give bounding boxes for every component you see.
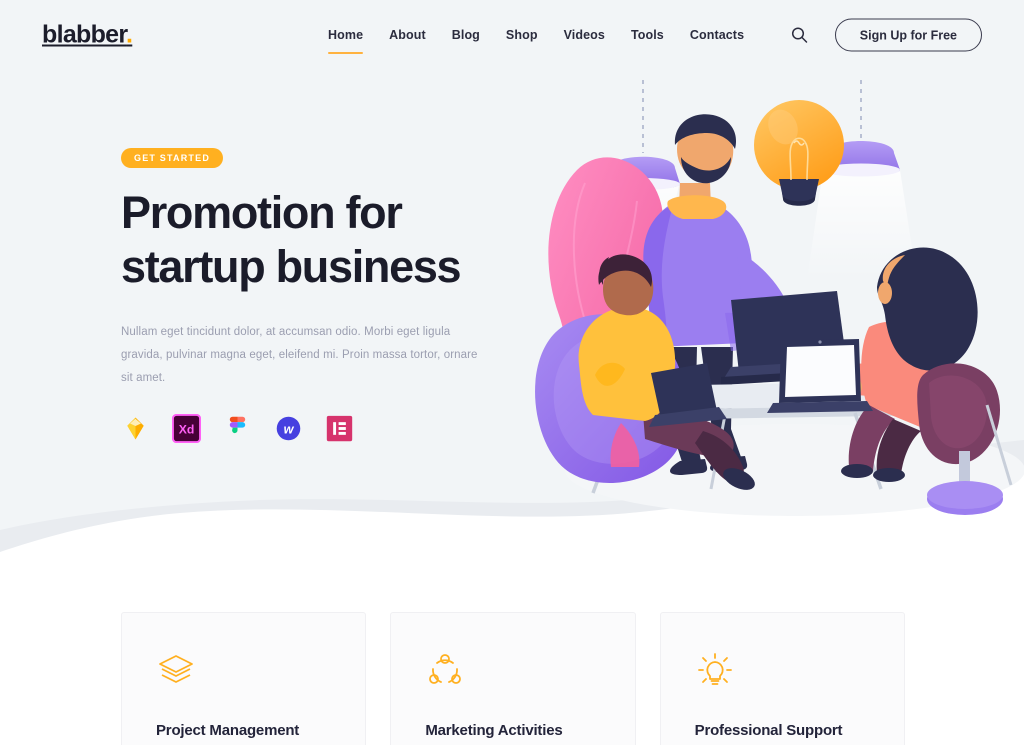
nav-item-videos[interactable]: Videos [551,24,618,46]
nav-item-blog[interactable]: Blog [439,24,493,46]
main-navigation: Home About Blog Shop Videos Tools Contac… [315,24,757,54]
nav-item-shop[interactable]: Shop [493,24,551,46]
page-title: Promotion for startup business [121,190,541,289]
team-collaboration-illustration [525,75,1024,525]
nav-label-shop: Shop [505,28,538,42]
logo-text: blabber [42,20,127,49]
nav-active-underline [328,52,364,54]
elementor-icon[interactable] [325,414,354,443]
lightbulb-idea-icon [697,653,732,685]
nav-label-home: Home [328,28,364,42]
figma-icon[interactable] [223,414,252,443]
svg-text:Xd: Xd [179,422,195,436]
logo[interactable]: blabber. [42,20,133,50]
feature-card-project-management[interactable]: Project Management [121,612,367,745]
nav-item-contacts[interactable]: Contacts [677,24,757,46]
adobe-xd-icon[interactable]: Xd [172,414,201,443]
svg-text:w: w [284,422,295,436]
nav-item-about[interactable]: About [376,24,439,46]
get-started-badge: GET STARTED [121,148,224,168]
feature-card-professional-support[interactable]: Professional Support [659,612,905,745]
nav-label-videos: Videos [563,28,605,42]
search-button[interactable] [790,25,810,45]
app-icon-list: Xd w [121,414,541,443]
nav-label-about: About [389,28,426,42]
nav-label-contacts: Contacts [689,28,745,42]
nav-label-tools: Tools [630,28,664,42]
feature-card-title: Project Management [156,722,300,739]
hero-title-line-2: startup business [121,241,462,292]
hero-paragraph: Nullam eget tincidunt dolor, at accumsan… [121,326,478,384]
search-icon [792,27,808,43]
nav-label-blog: Blog [451,28,480,42]
feature-card-title: Professional Support [694,722,843,739]
hero-section: GET STARTED Promotion for startup busine… [121,148,541,443]
wordpress-icon[interactable]: w [274,414,303,443]
header-actions: Sign Up for Free [790,18,982,52]
signup-button[interactable]: Sign Up for Free [834,18,982,52]
feature-card-title: Marketing Activities [425,722,563,739]
logo-dot: . [126,20,133,49]
sketch-icon[interactable] [121,414,150,443]
layers-icon [159,655,193,683]
site-header: blabber. Home About Blog Shop Videos Too… [0,0,1024,70]
feature-card-marketing-activities[interactable]: Marketing Activities [390,612,636,745]
feature-cards: Project Management Marketing Activities [121,612,905,745]
nav-item-home[interactable]: Home [315,24,376,54]
share-network-icon [429,654,462,684]
nav-item-tools[interactable]: Tools [618,24,677,46]
hero-title-line-1: Promotion for [121,187,403,238]
page-root: blabber. Home About Blog Shop Videos Too… [0,0,1024,745]
table-laptop [767,339,873,413]
